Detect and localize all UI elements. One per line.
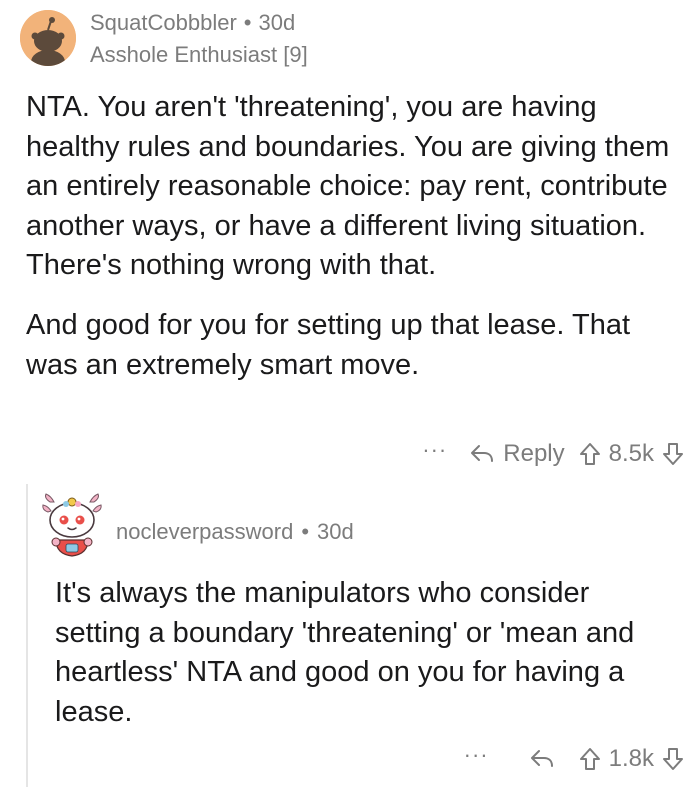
upvote-arrow-icon[interactable] bbox=[579, 747, 601, 771]
vote-score: 1.8k bbox=[608, 745, 654, 772]
snoo-avatar-icon bbox=[20, 10, 76, 66]
comment-age: 30d bbox=[317, 519, 354, 544]
reply-button[interactable]: Reply bbox=[469, 440, 565, 468]
comment-body: It's always the manipulators who conside… bbox=[55, 577, 635, 728]
vote-controls: 8.5k bbox=[579, 440, 684, 468]
meta-separator: • bbox=[243, 10, 252, 35]
vote-controls: 1.8k bbox=[579, 745, 684, 773]
username-link[interactable]: SquatCobbbler bbox=[90, 10, 237, 35]
upvote-arrow-icon[interactable] bbox=[579, 442, 601, 466]
comment-body: NTA. You aren't 'threatening', you are h… bbox=[26, 88, 676, 385]
comment-actions: ··· 1.8k bbox=[464, 741, 684, 777]
vote-score: 8.5k bbox=[608, 440, 654, 467]
username-link[interactable]: nocleverpassword bbox=[116, 519, 293, 544]
comment-paragraph: NTA. You aren't 'threatening', you are h… bbox=[26, 91, 670, 282]
downvote-arrow-icon[interactable] bbox=[662, 747, 684, 771]
reply-button[interactable] bbox=[529, 748, 563, 770]
user-flair: Asshole Enthusiast [9] bbox=[90, 42, 308, 67]
comment-paragraph: And good for you for setting up that lea… bbox=[26, 308, 631, 381]
more-options-button[interactable]: ··· bbox=[422, 437, 447, 463]
thread-line[interactable] bbox=[26, 484, 28, 787]
downvote-arrow-icon[interactable] bbox=[662, 442, 684, 466]
comment-actions: ··· Reply 8.5k bbox=[422, 436, 684, 472]
comment-age: 30d bbox=[258, 10, 296, 35]
user-avatar[interactable] bbox=[20, 10, 76, 66]
more-options-button[interactable]: ··· bbox=[464, 742, 489, 768]
reply-arrow-icon bbox=[471, 445, 494, 462]
comment-meta: nocleverpassword • 30d bbox=[116, 519, 354, 545]
reply-arrow-icon bbox=[530, 750, 553, 767]
snoo-axolotl-avatar-icon bbox=[42, 493, 102, 557]
user-avatar[interactable] bbox=[42, 492, 102, 558]
comment-meta: SquatCobbbler • 30d bbox=[90, 10, 295, 36]
meta-separator: • bbox=[301, 519, 310, 544]
reply-label: Reply bbox=[503, 440, 565, 467]
